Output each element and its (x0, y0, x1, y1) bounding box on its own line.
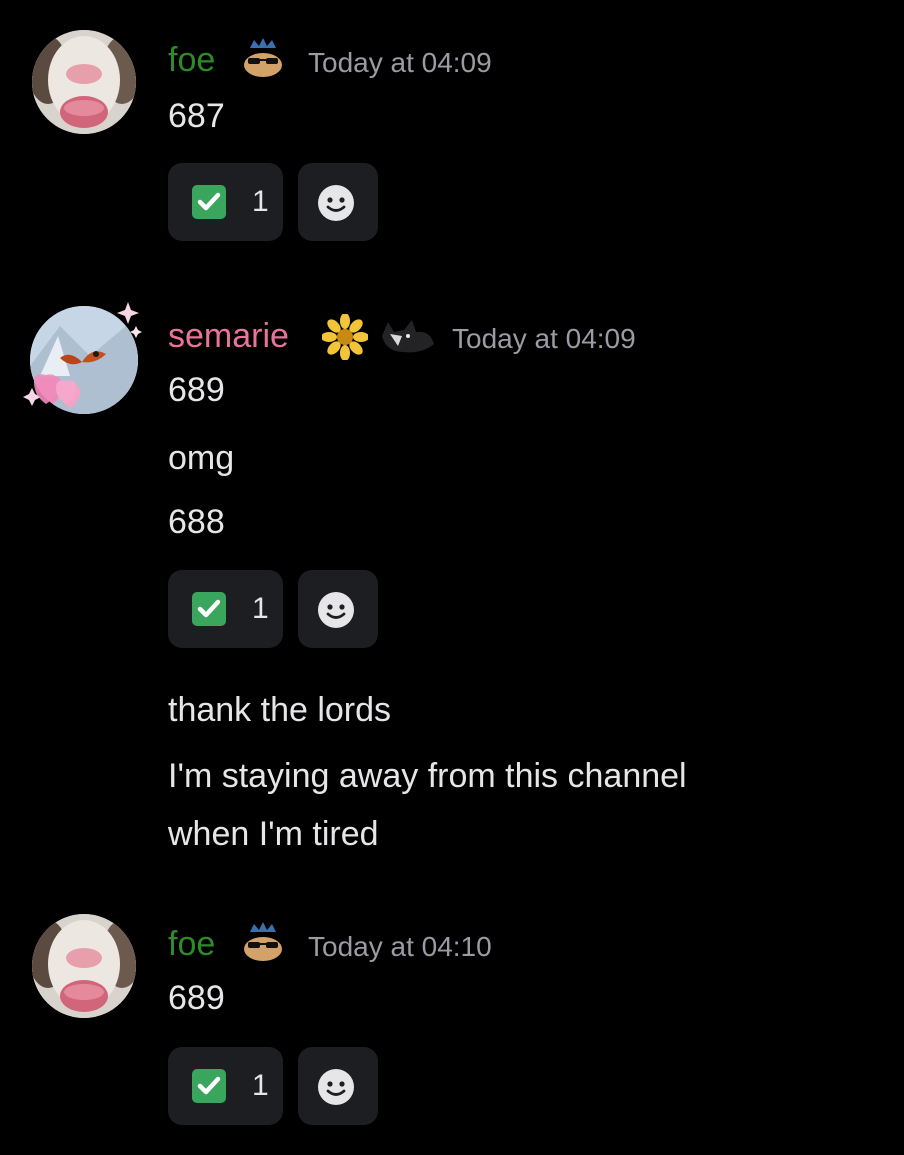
avatar[interactable] (32, 914, 136, 1018)
add-reaction-smile-icon (318, 592, 354, 628)
add-reaction-smile-icon (318, 1069, 354, 1105)
reaction-check[interactable]: 1 (168, 1047, 283, 1125)
message-text: when I'm tired (168, 815, 379, 853)
username[interactable]: foe (168, 40, 215, 80)
message-text: I'm staying away from this channel (168, 757, 687, 795)
message-text: 688 (168, 503, 225, 541)
username[interactable]: foe (168, 924, 215, 964)
guinea-pig-avatar-icon (32, 914, 136, 1018)
sunglasses-crown-cat-badge-icon (238, 38, 288, 83)
timestamp: Today at 04:09 (452, 323, 636, 354)
add-reaction-smile-icon (318, 185, 354, 221)
reaction-check[interactable]: 1 (168, 163, 283, 241)
reaction-check[interactable]: 1 (168, 570, 283, 648)
username[interactable]: semarie (168, 316, 289, 356)
message-text: 687 (168, 97, 225, 135)
reaction-count: 1 (252, 185, 269, 218)
sunglasses-crown-cat-badge-icon (238, 922, 288, 967)
timestamp: Today at 04:09 (308, 47, 492, 78)
add-reaction-button[interactable] (298, 570, 378, 648)
white-check-mark-icon (192, 185, 226, 219)
sunflower-badge-icon (321, 313, 369, 365)
message-text: thank the lords (168, 691, 392, 729)
add-reaction-button[interactable] (298, 1047, 378, 1125)
black-cat-badge-icon (378, 316, 436, 361)
message-text: 689 (168, 371, 225, 409)
timestamp: Today at 04:10 (308, 931, 492, 962)
message-text: omg (168, 439, 235, 477)
white-check-mark-icon (192, 592, 226, 626)
guinea-pig-avatar-icon (32, 30, 136, 134)
white-check-mark-icon (192, 1069, 226, 1103)
reaction-count: 1 (252, 592, 269, 625)
reaction-count: 1 (252, 1069, 269, 1102)
sparkle-hearts-decoration-icon (20, 296, 150, 431)
avatar[interactable] (32, 30, 136, 134)
add-reaction-button[interactable] (298, 163, 378, 241)
message-text: 689 (168, 979, 225, 1017)
